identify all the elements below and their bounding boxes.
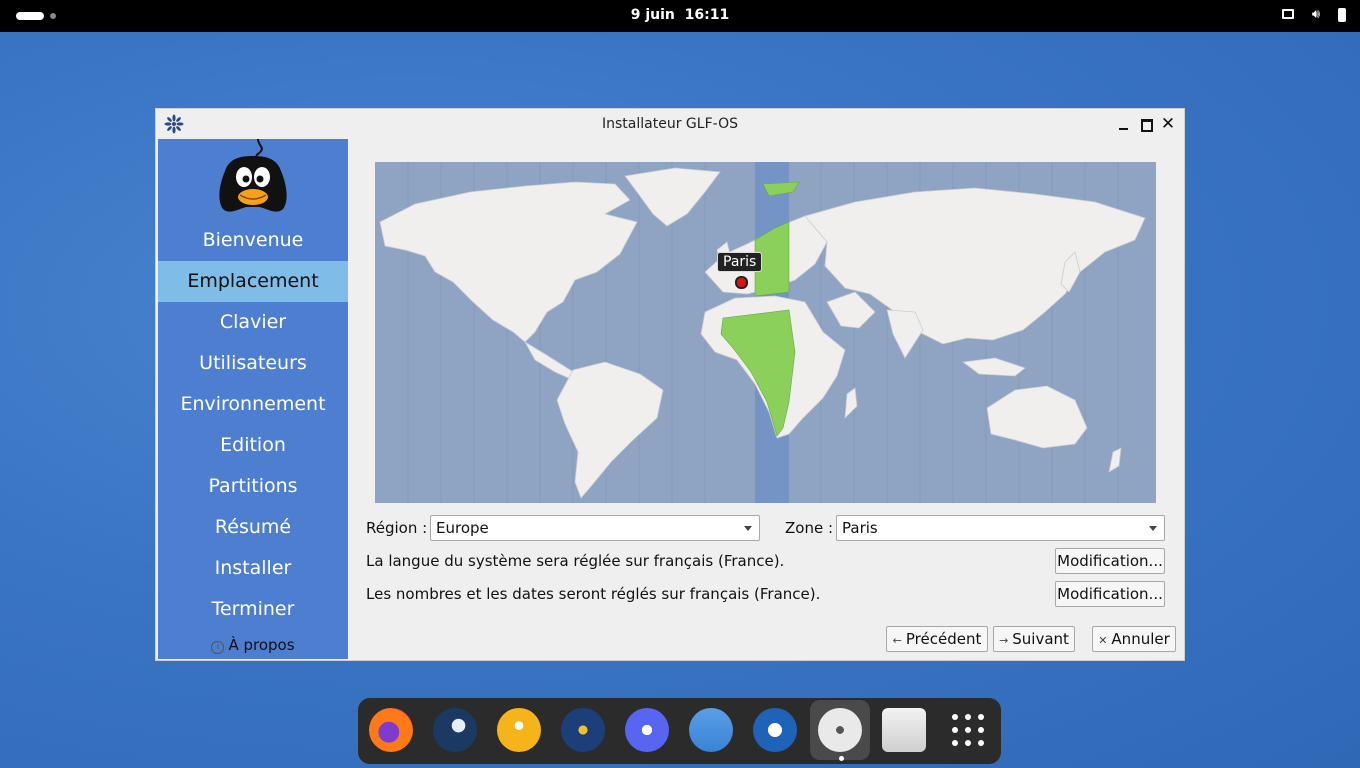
close-button[interactable]: ✕	[1159, 115, 1177, 133]
selected-city-pin[interactable]	[735, 276, 748, 289]
step-bienvenue: Bienvenue	[202, 229, 304, 251]
steam-icon[interactable]	[433, 708, 477, 752]
step-clavier: Clavier	[219, 311, 287, 333]
files-icon[interactable]	[689, 708, 733, 752]
chevron-down-icon	[1149, 526, 1157, 531]
volume-icon[interactable]: 🔊︎	[1308, 7, 1324, 22]
zone-label: Zone :	[785, 519, 834, 537]
cancel-label: Annuler	[1111, 630, 1170, 648]
about-label: À propos	[228, 636, 295, 654]
formats-text: Les nombres et les dates seront réglés s…	[366, 585, 821, 603]
next-label: Suivant	[1012, 630, 1069, 648]
discord-icon[interactable]	[625, 708, 669, 752]
system-tray[interactable]: 🔊︎	[1282, 7, 1346, 22]
firefox-icon[interactable]	[369, 708, 413, 752]
step-edition: Edition	[220, 434, 286, 456]
info-icon: i	[211, 641, 225, 654]
penguin-gamepad-logo-icon	[219, 139, 287, 212]
virtualbox-icon[interactable]	[753, 708, 797, 752]
region-value: Europe	[436, 519, 489, 537]
steps-sidebar: Bienvenue Emplacement Clavier Utilisateu…	[158, 139, 348, 659]
battery-icon[interactable]	[1338, 8, 1346, 22]
maximize-button[interactable]	[1137, 115, 1155, 133]
heroic-icon[interactable]	[561, 708, 605, 752]
installer-icon[interactable]	[818, 708, 862, 752]
installer-window: Installateur GLF-OS ✕ Bienvenue Emplacem…	[155, 108, 1185, 661]
world-map	[379, 162, 1146, 503]
back-label: Précédent	[905, 630, 982, 648]
window-title: Installateur GLF-OS	[602, 116, 738, 132]
running-indicator	[839, 756, 844, 761]
chevron-down-icon	[744, 526, 752, 531]
arrow-right-icon: →	[999, 634, 1009, 647]
trash-icon[interactable]	[882, 708, 926, 752]
app-grid-icon[interactable]	[952, 714, 984, 746]
date-label: 9 juin	[630, 7, 675, 23]
zone-value: Paris	[842, 519, 878, 537]
step-installer: Installer	[214, 557, 292, 579]
next-button[interactable]: → Suivant	[993, 626, 1075, 652]
minimize-button[interactable]	[1114, 115, 1132, 133]
step-environnement: Environnement	[180, 393, 326, 415]
region-select[interactable]: Europe	[430, 515, 760, 541]
step-emplacement: Emplacement	[158, 261, 348, 302]
arrow-left-icon: ←	[892, 634, 902, 647]
lutris-icon[interactable]	[497, 708, 541, 752]
step-utilisateurs: Utilisateurs	[199, 352, 307, 374]
zone-select[interactable]: Paris	[836, 515, 1165, 541]
timezone-map[interactable]: Paris	[375, 162, 1156, 503]
screen-icon[interactable]	[1282, 9, 1294, 19]
cancel-button[interactable]: ✕ Annuler	[1092, 626, 1176, 652]
dock	[358, 698, 1001, 764]
language-text: La langue du système sera réglée sur fra…	[366, 552, 785, 570]
step-partitions: Partitions	[208, 475, 298, 497]
title-bar[interactable]: Installateur GLF-OS ✕	[156, 109, 1184, 139]
formats-modify-button[interactable]: Modification...	[1055, 581, 1165, 607]
time-label: 16:11	[684, 7, 730, 23]
about-link[interactable]: iÀ propos	[158, 636, 348, 654]
selected-city-label: Paris	[717, 252, 763, 272]
language-modify-button[interactable]: Modification...	[1055, 548, 1165, 574]
step-resume: Résumé	[214, 516, 292, 538]
region-label: Région :	[366, 519, 428, 537]
step-terminer: Terminer	[211, 598, 295, 620]
top-bar: 9 juin 16:11 🔊︎	[0, 0, 1360, 32]
back-button[interactable]: ← Précédent	[886, 626, 988, 652]
clock[interactable]: 9 juin 16:11	[0, 7, 1360, 23]
close-icon: ✕	[1098, 634, 1108, 647]
